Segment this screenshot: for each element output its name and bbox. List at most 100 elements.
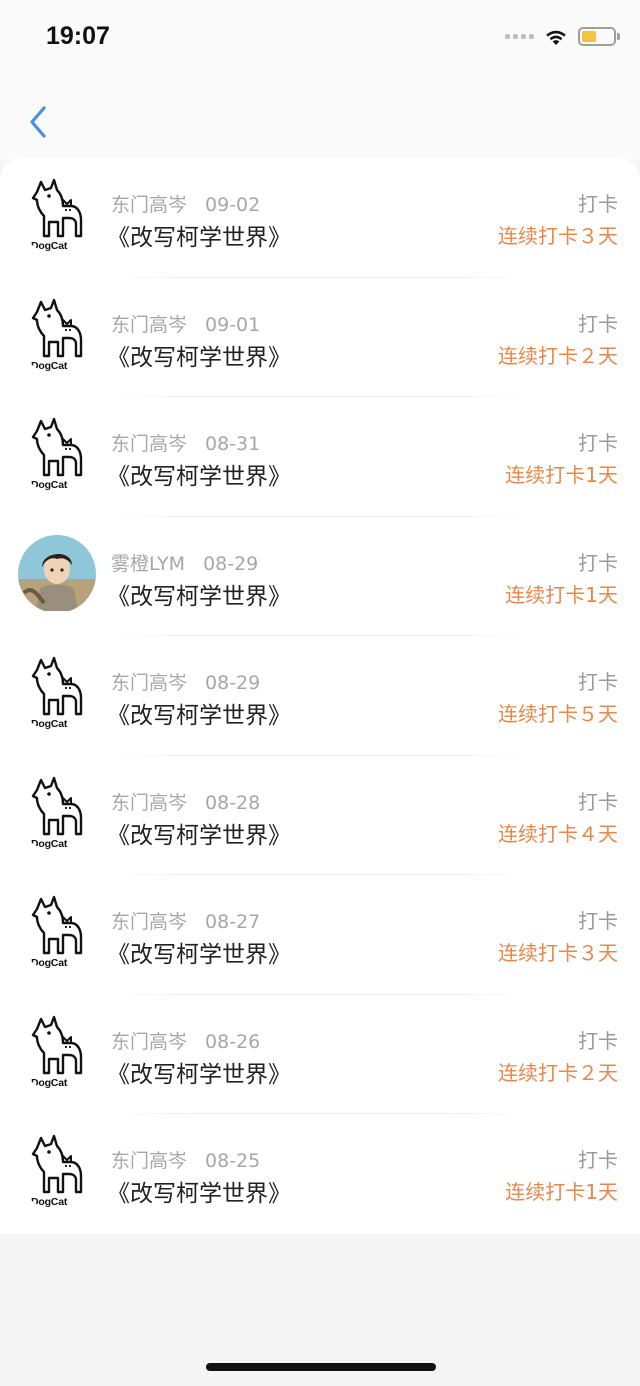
author-name: 雾橙LYM	[111, 552, 186, 575]
book-title: 《改写柯学世界》	[107, 464, 291, 490]
checkin-action-label: 打卡	[578, 670, 618, 694]
dogcat-logo-icon: DogCat	[27, 654, 87, 732]
list-item[interactable]: DogCat 东门高岑 08-27 《改写柯学世界》 打卡 连续打卡３天	[0, 875, 640, 995]
list-item[interactable]: DogCat 东门高岑 08-28 《改写柯学世界》 打卡 连续打卡４天	[0, 756, 640, 875]
logo-text: DogCat	[31, 1076, 68, 1089]
streak-label: 连续打卡1天	[505, 582, 618, 607]
dogcat-logo-icon: DogCat	[27, 1013, 87, 1091]
logo-text: DogCat	[31, 957, 68, 969]
nav-bar	[0, 80, 640, 160]
logo-text: DogCat	[31, 479, 68, 491]
meta-line: 东门高岑 09-01	[111, 310, 260, 337]
list-item[interactable]: DogCat 东门高岑 08-25 《改写柯学世界》 打卡 连续打卡1天	[0, 1114, 640, 1234]
checkin-date: 08-27	[205, 911, 261, 933]
list-item[interactable]: 雾橙LYM 08-29 《改写柯学世界》 打卡 连续打卡1天	[0, 517, 640, 636]
meta-line: 东门高岑 08-29	[111, 668, 260, 695]
dogcat-logo-icon: DogCat	[27, 774, 87, 852]
meta-line: 东门高岑 09-02	[111, 190, 260, 217]
home-indicator[interactable]	[206, 1363, 436, 1371]
checkin-date: 08-31	[205, 433, 261, 455]
avatar: DogCat	[18, 773, 96, 852]
checkin-date: 08-25	[205, 1150, 261, 1172]
meta-line: 东门高岑 08-25	[111, 1146, 260, 1173]
checkin-action-label: 打卡	[578, 909, 618, 933]
checkin-date: 09-02	[205, 194, 261, 216]
avatar: DogCat	[18, 1012, 96, 1091]
chevron-left-icon	[30, 106, 46, 138]
dogcat-logo-icon: DogCat	[27, 893, 87, 971]
screen: 19:07 DogCat 东门高岑 09-02 《改写柯学世界》 打卡 连续打卡…	[0, 0, 640, 1386]
list-item[interactable]: DogCat 东门高岑 08-29 《改写柯学世界》 打卡 连续打卡５天	[0, 636, 640, 756]
book-title: 《改写柯学世界》	[107, 942, 291, 968]
book-title: 《改写柯学世界》	[107, 1181, 291, 1207]
book-title: 《改写柯学世界》	[107, 583, 291, 610]
checkin-action-label: 打卡	[578, 431, 618, 455]
checkin-action-label: 打卡	[578, 789, 618, 814]
meta-line: 东门高岑 08-31	[111, 429, 260, 456]
status-time: 19:07	[46, 22, 110, 50]
streak-label: 连续打卡４天	[498, 821, 618, 846]
author-name: 东门高岑	[111, 791, 188, 814]
status-bar: 19:07	[0, 0, 640, 80]
streak-label: 连续打卡1天	[505, 463, 618, 487]
checkin-date: 08-26	[205, 1030, 261, 1053]
avatar: DogCat	[18, 295, 96, 374]
streak-label: 连续打卡５天	[498, 702, 618, 726]
user-photo-avatar	[18, 534, 96, 613]
author-name: 东门高岑	[111, 911, 188, 933]
avatar: DogCat	[18, 176, 96, 254]
dogcat-logo-icon: DogCat	[27, 176, 87, 254]
dogcat-logo-icon: DogCat	[27, 415, 87, 493]
meta-line: 东门高岑 08-26	[111, 1027, 260, 1054]
checkin-date: 09-01	[205, 313, 261, 336]
streak-label: 连续打卡２天	[498, 1060, 618, 1085]
book-title: 《改写柯学世界》	[107, 822, 291, 849]
list-item[interactable]: DogCat 东门高岑 08-26 《改写柯学世界》 打卡 连续打卡２天	[0, 995, 640, 1114]
avatar: DogCat	[18, 893, 96, 971]
dogcat-logo-icon: DogCat	[27, 296, 87, 374]
meta-line: 东门高岑 08-27	[111, 907, 260, 934]
avatar: DogCat	[18, 1132, 96, 1210]
logo-text: DogCat	[31, 359, 68, 372]
avatar: DogCat	[18, 654, 96, 732]
logo-text: DogCat	[31, 837, 68, 850]
logo-text: DogCat	[31, 718, 68, 730]
checkin-action-label: 打卡	[578, 1148, 618, 1172]
meta-line: 东门高岑 08-28	[111, 788, 260, 815]
book-title: 《改写柯学世界》	[107, 703, 291, 729]
logo-text: DogCat	[31, 240, 68, 252]
streak-label: 连续打卡３天	[498, 224, 618, 248]
checkin-date: 08-29	[203, 552, 259, 575]
battery-icon	[578, 27, 620, 46]
list-item[interactable]: DogCat 东门高岑 09-01 《改写柯学世界》 打卡 连续打卡２天	[0, 278, 640, 397]
checkin-date: 08-28	[205, 791, 261, 814]
checkin-action-label: 打卡	[578, 550, 618, 575]
cellular-signal-icon	[505, 34, 534, 39]
author-name: 东门高岑	[111, 672, 188, 694]
author-name: 东门高岑	[111, 313, 188, 336]
author-name: 东门高岑	[111, 433, 188, 455]
book-title: 《改写柯学世界》	[107, 225, 291, 251]
checkin-action-label: 打卡	[578, 1028, 618, 1053]
dogcat-logo-icon: DogCat	[27, 1132, 87, 1210]
list-item[interactable]: DogCat 东门高岑 09-02 《改写柯学世界》 打卡 连续打卡３天	[0, 158, 640, 278]
checkin-action-label: 打卡	[578, 192, 618, 216]
meta-line: 雾橙LYM 08-29	[111, 549, 258, 576]
streak-label: 连续打卡３天	[498, 941, 618, 965]
avatar	[18, 534, 96, 613]
logo-text: DogCat	[31, 1196, 68, 1208]
checkin-list: DogCat 东门高岑 09-02 《改写柯学世界》 打卡 连续打卡３天 DogC…	[0, 158, 640, 1234]
book-title: 《改写柯学世界》	[107, 344, 291, 371]
avatar: DogCat	[18, 415, 96, 493]
author-name: 东门高岑	[111, 1030, 188, 1053]
streak-label: 连续打卡２天	[498, 343, 618, 368]
checkin-action-label: 打卡	[578, 311, 618, 336]
streak-label: 连续打卡1天	[505, 1180, 618, 1204]
back-button[interactable]	[18, 100, 58, 144]
status-icons	[505, 27, 620, 46]
list-item[interactable]: DogCat 东门高岑 08-31 《改写柯学世界》 打卡 连续打卡1天	[0, 397, 640, 517]
wifi-icon	[546, 30, 566, 45]
author-name: 东门高岑	[111, 194, 188, 216]
book-title: 《改写柯学世界》	[107, 1061, 291, 1088]
checkin-date: 08-29	[205, 672, 261, 694]
